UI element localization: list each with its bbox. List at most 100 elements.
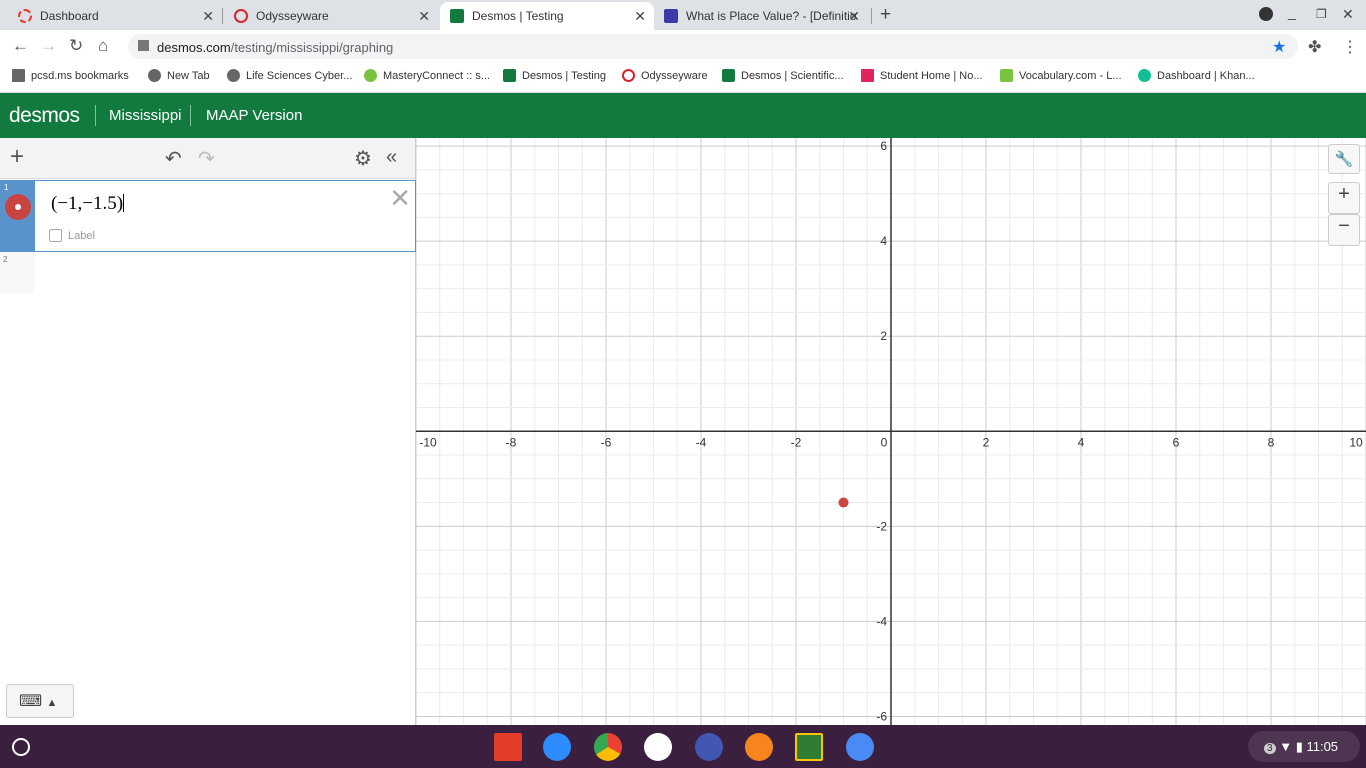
bookmark-label: Student Home | No... (880, 69, 983, 82)
checkbox-icon (49, 229, 62, 242)
bookmark-item[interactable]: Life Sciences Cyber... (227, 69, 352, 82)
point-style-icon[interactable] (5, 194, 31, 220)
system-tray[interactable]: 3 ▼ ▮ 11:05 (1248, 731, 1360, 762)
bookmark-item[interactable]: New Tab (148, 69, 210, 82)
bookmark-item[interactable]: Desmos | Scientific... (722, 69, 844, 82)
globe-icon (148, 69, 161, 82)
graph-paper[interactable]: -10 -8 -6 -4 -2 0 2 4 6 8 10 -6 -4 -2 2 4 6 🔧 + − (415, 138, 1366, 725)
odysseyware-icon (622, 69, 635, 82)
bookmark-item[interactable]: MasteryConnect :: s... (364, 69, 490, 82)
forward-icon[interactable]: → (40, 36, 57, 56)
desmos-header: desmos Mississippi MAAP Version (0, 93, 1366, 138)
tab-odysseyware[interactable]: Odysseyware ✕ (222, 2, 438, 30)
reload-icon[interactable]: ↻ (69, 36, 83, 56)
folder-icon (12, 69, 25, 82)
header-mississippi: Mississippi (109, 107, 182, 124)
bookmark-star-icon[interactable]: ★ (1272, 37, 1286, 57)
bookmark-label: Desmos | Testing (522, 69, 606, 82)
close-tab-icon[interactable]: ✕ (418, 8, 430, 25)
url-path: /testing/mississippi/graphing (230, 40, 394, 55)
expression-gutter: 1 (1, 181, 35, 251)
bookmark-label: Vocabulary.com - L... (1019, 69, 1122, 82)
bookmark-label: pcsd.ms bookmarks (31, 69, 129, 82)
redo-icon[interactable]: ↷ (198, 146, 215, 171)
text-cursor (123, 194, 125, 212)
expression-item-1[interactable]: 1 (−1,−1.5) ✕ Label (0, 180, 416, 252)
bookmark-item[interactable]: pcsd.ms bookmarks (12, 69, 129, 82)
y-tick-label: 4 (880, 234, 887, 248)
close-tab-icon[interactable]: ✕ (848, 8, 860, 25)
desmos-icon (503, 69, 516, 82)
bookmark-label: Dashboard | Khan... (1157, 69, 1255, 82)
close-window-icon[interactable]: ✕ (1342, 6, 1354, 23)
tab-place-value[interactable]: What is Place Value? - [Definitio ✕ (656, 2, 868, 30)
restore-icon[interactable]: ❐ (1316, 7, 1327, 21)
close-tab-icon[interactable]: ✕ (634, 8, 646, 25)
y-tick-label: 6 (880, 139, 887, 153)
tab-search-icon[interactable] (1259, 7, 1273, 21)
plus-icon: + (1338, 183, 1350, 205)
tab-title: Desmos | Testing (472, 9, 564, 23)
keyboard-toggle-button[interactable]: ⌨ ▲ (6, 684, 74, 718)
student-app-icon[interactable] (745, 733, 773, 761)
minus-icon: − (1338, 215, 1350, 237)
close-tab-icon[interactable]: ✕ (202, 8, 214, 25)
chrome-app-icon[interactable] (594, 733, 622, 761)
tab-desmos-testing[interactable]: Desmos | Testing ✕ (440, 2, 654, 30)
files-app-icon[interactable] (846, 733, 874, 761)
extensions-icon[interactable]: ✤ (1308, 37, 1321, 57)
x-tick-label: 6 (1173, 435, 1180, 449)
gear-icon[interactable]: ⚙ (354, 146, 372, 171)
classroom-app-icon[interactable] (795, 733, 823, 761)
menu-icon[interactable]: ⋮ (1342, 37, 1358, 57)
home-icon[interactable]: ⌂ (98, 36, 108, 56)
bookmark-item[interactable]: Student Home | No... (861, 69, 983, 82)
zoom-in-button[interactable]: + (1328, 182, 1360, 214)
expression-toolbar: + ↶ ↷ ⚙ « (0, 138, 415, 179)
delete-expression-icon[interactable]: ✕ (389, 183, 411, 214)
bookmark-item[interactable]: Desmos | Testing (503, 69, 606, 82)
y-tick-label: -4 (876, 614, 887, 628)
graph-svg[interactable]: -10 -8 -6 -4 -2 0 2 4 6 8 10 -6 -4 -2 2 4 6 (415, 138, 1366, 725)
quizlet-app-icon[interactable] (695, 733, 723, 761)
minimize-icon[interactable]: _ (1288, 4, 1296, 20)
site-info-icon[interactable] (138, 40, 149, 51)
undo-icon[interactable]: ↶ (165, 146, 182, 171)
battery-icon: ▮ (1295, 739, 1303, 754)
tab-dashboard[interactable]: Dashboard ✕ (0, 2, 222, 30)
wrench-icon: 🔧 (1334, 151, 1354, 168)
header-maap-version: MAAP Version (206, 107, 303, 124)
bookmark-label: Life Sciences Cyber... (246, 69, 353, 82)
launcher-icon[interactable] (12, 738, 30, 756)
divider (190, 105, 191, 126)
x-tick-label: -4 (696, 435, 707, 449)
new-tab-icon[interactable]: + (880, 4, 891, 26)
canvas-icon (18, 9, 32, 23)
bookmark-item[interactable]: Dashboard | Khan... (1138, 69, 1255, 82)
taskbar: 3 ▼ ▮ 11:05 (0, 725, 1366, 768)
expression-input[interactable]: (−1,−1.5) (51, 193, 125, 215)
tab-title: Odysseyware (256, 9, 329, 23)
expression-text: (−1,−1.5) (51, 193, 124, 214)
divider (95, 105, 96, 126)
zoom-app-icon[interactable] (543, 733, 571, 761)
collapse-panel-icon[interactable]: « (386, 146, 397, 169)
add-item-icon[interactable]: + (10, 143, 24, 171)
back-icon[interactable]: ← (12, 36, 29, 56)
canvas-app-icon[interactable] (494, 733, 522, 761)
bookmarks-bar: pcsd.ms bookmarks New Tab Life Sciences … (0, 62, 1366, 93)
bookmark-item[interactable]: Odysseyware (622, 69, 708, 82)
app-icon[interactable] (644, 733, 672, 761)
y-tick-label: 2 (880, 329, 887, 343)
x-tick-label: -10 (419, 435, 437, 449)
tab-title: What is Place Value? - [Definitio (686, 9, 857, 23)
url-input[interactable]: desmos.com/testing/mississippi/graphing (128, 34, 1298, 59)
newsela-icon (861, 69, 874, 82)
zoom-out-button[interactable]: − (1328, 214, 1360, 246)
label-checkbox[interactable]: Label (49, 229, 95, 242)
graph-settings-button[interactable]: 🔧 (1328, 144, 1360, 174)
masteryconnect-icon (364, 69, 377, 82)
x-tick-label: -2 (791, 435, 802, 449)
expression-item-2[interactable]: 2 (0, 252, 34, 294)
bookmark-item[interactable]: Vocabulary.com - L... (1000, 69, 1122, 82)
